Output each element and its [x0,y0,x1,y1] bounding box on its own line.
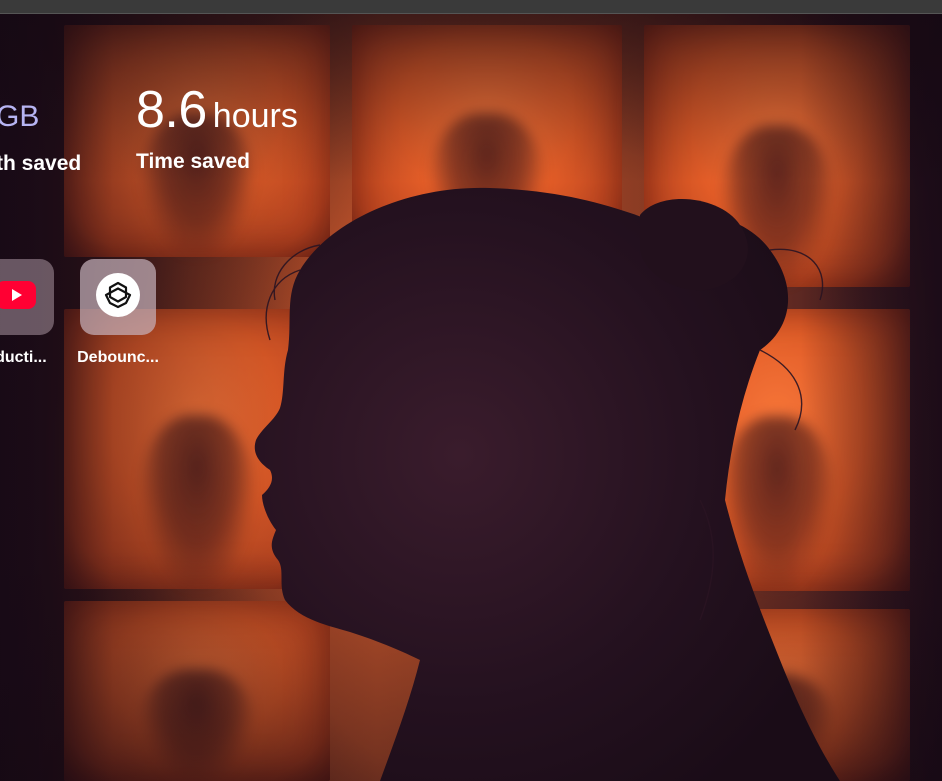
app-youtube[interactable]: oducti... [0,259,66,367]
app-openai[interactable]: Debounc... [68,259,168,367]
time-saved-stat: 8.6 hours Time saved [136,84,298,174]
storage-saved-label: th saved [0,152,82,175]
time-saved-label: Time saved [136,150,251,173]
openai-icon [95,272,141,322]
time-saved-unit: hours [212,97,298,135]
youtube-icon [0,279,38,315]
app-tile[interactable] [0,259,54,335]
storage-saved-stat: GB th saved [0,100,81,176]
app-label: oducti... [0,349,47,366]
app-label: Debounc... [77,349,159,366]
app-tile[interactable] [80,259,156,335]
screen: GB th saved 8.6 hours Time saved oducti.… [0,0,942,781]
time-saved-value: 8.6 [136,81,207,139]
window-top-bar [0,0,942,14]
storage-unit: GB [0,100,40,133]
